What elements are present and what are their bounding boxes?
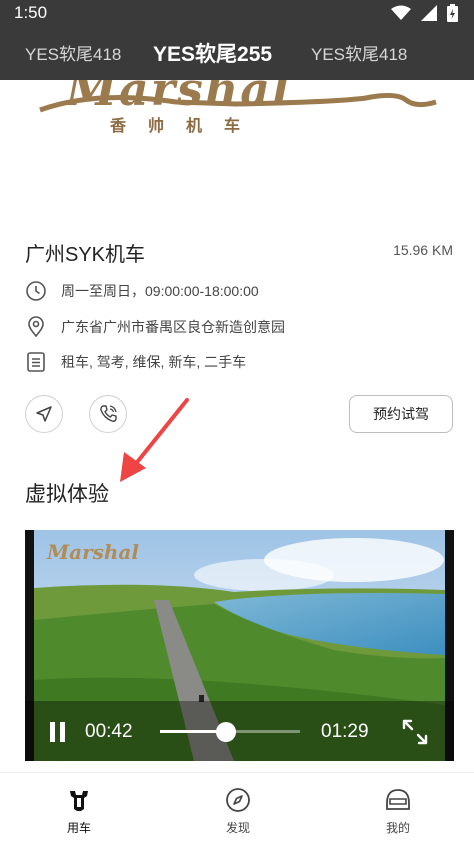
status-time: 1:50 (14, 3, 48, 22)
battery-icon (447, 4, 458, 22)
navigation-arrow-icon (36, 406, 52, 422)
motorcycle-icon (70, 791, 88, 811)
model-tabs: YES软尾418 YES软尾255 YES软尾418 (0, 40, 474, 70)
video-watermark: Marshal (47, 540, 139, 564)
video-current-time: 00:42 (85, 721, 133, 742)
helmet-icon (386, 789, 410, 810)
dealer-services: 租车, 驾考, 维保, 新车, 二手车 (61, 354, 247, 370)
top-bar: 1:50 YES软尾418 YES软尾255 YES软尾418 (0, 0, 474, 80)
virtual-experience-title: 虚拟体验 (25, 483, 109, 506)
video-controls: 00:42 01:29 (25, 701, 454, 761)
signal-icon (421, 5, 437, 21)
nav-item-vehicle[interactable]: 用车 (39, 787, 119, 836)
dealer-distance: 15.96 KM (393, 242, 453, 258)
dealer-name: 广州SYK机车 (25, 244, 146, 266)
tab-model-active[interactable]: YES软尾255 (153, 38, 272, 68)
status-bar: 1:50 (0, 0, 474, 26)
clock-icon (25, 280, 47, 302)
nav-label-mine: 我的 (385, 821, 410, 835)
compass-icon (226, 788, 250, 812)
tab-model-left[interactable]: YES软尾418 (25, 40, 121, 65)
video-duration: 01:29 (321, 721, 369, 742)
nav-label-discover: 发现 (225, 821, 250, 835)
video-seek-thumb[interactable] (215, 722, 236, 742)
book-test-ride-button[interactable]: 预约试驾 (349, 395, 453, 433)
wifi-icon (391, 5, 411, 20)
logo-subtitle: 香帅机车 (110, 118, 263, 135)
video-progress-track[interactable] (160, 722, 300, 742)
location-pin-icon (25, 316, 47, 338)
document-list-icon (25, 351, 47, 373)
dealer-address: 广东省广州市番禺区良仓新造创意园 (61, 319, 285, 335)
navigate-button[interactable] (25, 395, 63, 433)
bottom-navigation: 用车 发现 我的 (0, 772, 474, 844)
nav-item-discover[interactable]: 发现 (198, 787, 278, 836)
services-row: 租车, 驾考, 维保, 新车, 二手车 (25, 351, 246, 373)
hours-row: 周一至周日，09:00:00-18:00:00 (25, 280, 259, 302)
video-player[interactable]: Marshal 00:42 01:29 (25, 530, 454, 761)
address-row: 广东省广州市番禺区良仓新造创意园 (25, 316, 285, 338)
dealer-hours: 周一至周日，09:00:00-18:00:00 (61, 283, 259, 299)
tab-model-right[interactable]: YES软尾418 (311, 40, 407, 65)
pause-icon[interactable] (47, 721, 69, 743)
fullscreen-icon[interactable] (401, 718, 429, 746)
system-icons (391, 4, 458, 22)
red-arrow-annotation (120, 398, 189, 482)
nav-item-mine[interactable]: 我的 (358, 787, 438, 836)
nav-label-vehicle: 用车 (66, 821, 91, 835)
